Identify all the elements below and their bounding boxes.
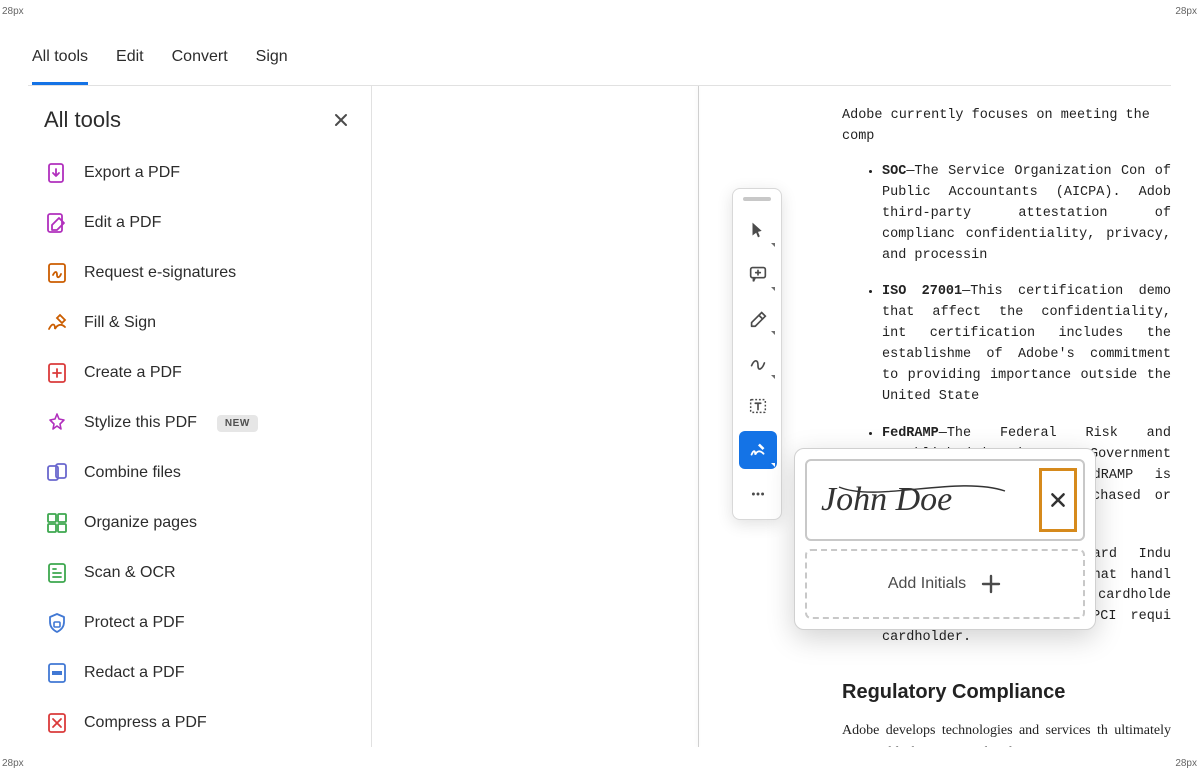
tool-scan-ocr[interactable]: Scan & OCR	[36, 548, 363, 598]
bullet-term: FedRAMP	[882, 426, 939, 441]
chevron-down-icon	[771, 243, 775, 247]
section-paragraph: Adobe develops technologies and services…	[842, 720, 1171, 747]
tool-organize-pages[interactable]: Organize pages	[36, 498, 363, 548]
highlight-tool[interactable]	[739, 299, 777, 337]
tool-label: Compress a PDF	[84, 714, 207, 732]
signature-icon	[44, 260, 70, 286]
tool-label: Organize pages	[84, 514, 197, 532]
tool-request-e-signatures[interactable]: Request e-signatures	[36, 248, 363, 298]
more-tools[interactable]	[739, 475, 777, 513]
document-area[interactable]: John Doe Add Initials Adobe currently fo…	[372, 86, 1171, 747]
scan-icon	[44, 560, 70, 586]
tool-label: Scan & OCR	[84, 564, 176, 582]
tool-export-a-pdf[interactable]: Export a PDF	[36, 148, 363, 198]
close-icon	[333, 112, 349, 128]
tool-label: Redact a PDF	[84, 664, 184, 682]
tool-label: Stylize this PDF	[84, 414, 197, 432]
export-icon	[44, 160, 70, 186]
chevron-down-icon	[771, 331, 775, 335]
page-edge	[698, 86, 699, 747]
close-icon	[1049, 491, 1067, 509]
signature-flourish	[837, 481, 1007, 503]
tool-label: Combine files	[84, 464, 181, 482]
quick-tools-toolbar	[732, 188, 782, 520]
toolbar-drag-grip[interactable]	[743, 197, 771, 201]
plus-icon	[980, 573, 1002, 595]
sign-tool[interactable]	[739, 431, 777, 469]
tool-label: Export a PDF	[84, 164, 180, 182]
corner-badge-br: 28px	[1175, 758, 1197, 769]
tools-sidebar: All tools Export a PDF Edit a PDF Request …	[28, 86, 372, 747]
bullet-text: —The Service Organization Con of Public …	[882, 164, 1171, 263]
close-sidebar-button[interactable]	[327, 106, 355, 134]
top-tab-sign[interactable]: Sign	[256, 30, 288, 84]
tool-label: Request e-signatures	[84, 264, 236, 282]
bullet-item: SOC—The Service Organization Con of Publ…	[882, 162, 1171, 267]
sidebar-title: All tools	[44, 107, 121, 133]
pdf-page-content: Adobe currently focuses on meeting the c…	[752, 86, 1171, 747]
top-tab-edit[interactable]: Edit	[116, 30, 144, 84]
combine-icon	[44, 460, 70, 486]
chevron-down-icon	[771, 375, 775, 379]
add-initials-label: Add Initials	[888, 575, 966, 593]
edit-icon	[44, 210, 70, 236]
create-icon	[44, 360, 70, 386]
tool-protect-a-pdf[interactable]: Protect a PDF	[36, 598, 363, 648]
corner-badge-bl: 28px	[2, 758, 24, 769]
tool-redact-a-pdf[interactable]: Redact a PDF	[36, 648, 363, 698]
main-area: All tools Export a PDF Edit a PDF Request …	[28, 86, 1171, 747]
tool-create-a-pdf[interactable]: Create a PDF	[36, 348, 363, 398]
corner-badge-tr: 28px	[1175, 6, 1197, 17]
tool-label: Fill & Sign	[84, 314, 156, 332]
new-badge: NEW	[217, 415, 258, 432]
organize-icon	[44, 510, 70, 536]
tool-combine-files[interactable]: Combine files	[36, 448, 363, 498]
compress-icon	[44, 710, 70, 736]
app-frame: All tools Edit Convert Sign All tools Expor…	[28, 28, 1171, 747]
top-tab-bar: All tools Edit Convert Sign	[28, 28, 1171, 86]
top-tab-all-tools[interactable]: All tools	[32, 30, 88, 84]
tool-compress-a-pdf[interactable]: Compress a PDF	[36, 698, 363, 747]
section-heading: Regulatory Compliance	[842, 677, 1171, 708]
tool-stylize-this-pdf[interactable]: Stylize this PDF NEW	[36, 398, 363, 448]
add-initials-button[interactable]: Add Initials	[805, 549, 1085, 619]
draw-tool[interactable]	[739, 343, 777, 381]
signature-popover: John Doe Add Initials	[794, 448, 1096, 630]
tool-list: Export a PDF Edit a PDF Request e-signatur…	[28, 146, 371, 747]
tool-fill-sign[interactable]: Fill & Sign	[36, 298, 363, 348]
doc-intro-line: Adobe currently focuses on meeting the c…	[842, 106, 1171, 148]
chevron-down-icon	[771, 287, 775, 291]
bullet-text: —This certification demo that affect the…	[882, 284, 1171, 404]
stylize-icon	[44, 410, 70, 436]
saved-signature[interactable]: John Doe	[805, 459, 1085, 541]
protect-icon	[44, 610, 70, 636]
select-tool[interactable]	[739, 211, 777, 249]
chevron-down-icon	[771, 463, 775, 467]
corner-badge-tl: 28px	[2, 6, 24, 17]
top-tab-convert[interactable]: Convert	[172, 30, 228, 84]
tool-label: Edit a PDF	[84, 214, 161, 232]
text-box-tool[interactable]	[739, 387, 777, 425]
bullet-term: ISO 27001	[882, 284, 962, 299]
tool-label: Protect a PDF	[84, 614, 184, 632]
tool-label: Create a PDF	[84, 364, 182, 382]
bullet-term: SOC	[882, 164, 906, 179]
sidebar-header: All tools	[28, 86, 371, 146]
bullet-item: ISO 27001—This certification demo that a…	[882, 282, 1171, 408]
delete-signature-button[interactable]	[1039, 468, 1077, 532]
redact-icon	[44, 660, 70, 686]
fill-sign-icon	[44, 310, 70, 336]
tool-edit-a-pdf[interactable]: Edit a PDF	[36, 198, 363, 248]
comment-tool[interactable]	[739, 255, 777, 293]
